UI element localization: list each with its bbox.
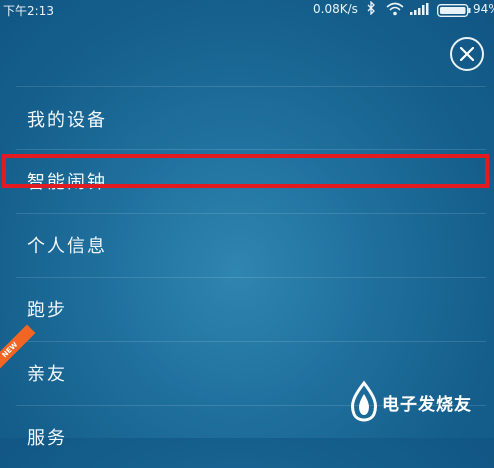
status-time: 下午2:13 [3,4,54,18]
battery-icon [437,4,471,20]
highlight-box [2,154,489,188]
menu-item-label: 我的设备 [27,110,107,131]
watermark-text: 电子发烧友 [382,395,472,415]
menu-item-my-devices[interactable]: 我的设备 [0,88,494,150]
divider [16,86,486,87]
watermark: 电子发烧友 [344,380,494,430]
network-speed: 0.08K/s [313,2,358,16]
battery-percent: 94% [473,2,494,16]
close-button[interactable] [450,37,484,71]
status-bar: 下午2:13 0.08K/s 94% [0,0,494,22]
bluetooth-icon [367,0,376,19]
menu-item-label: 亲友 [27,364,67,385]
close-icon [460,47,474,61]
menu-item-running[interactable]: 跑步 [0,278,494,340]
watermark-logo-icon [350,380,378,422]
wifi-icon [386,2,404,19]
menu-item-personal-info[interactable]: 个人信息 [0,214,494,276]
menu-item-label: 跑步 [27,300,67,321]
menu-item-label: 个人信息 [27,236,107,257]
signal-icon [410,3,430,18]
menu-item-label: 服务 [27,428,67,449]
